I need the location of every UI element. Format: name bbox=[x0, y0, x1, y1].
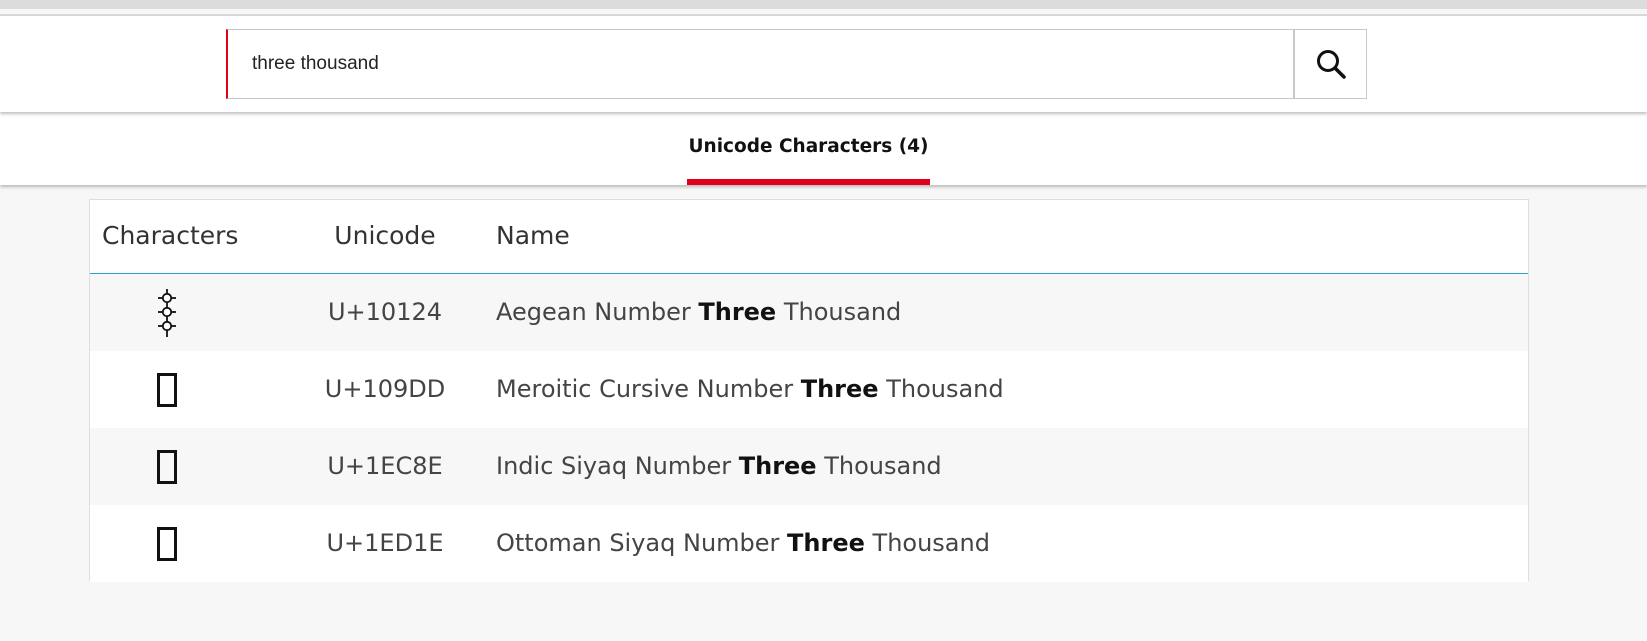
results-tabs: Unicode Characters (4) bbox=[0, 112, 1647, 185]
name-match-highlight: Three bbox=[800, 375, 879, 403]
name-suffix: Thousand bbox=[878, 375, 1004, 403]
character-cell bbox=[142, 364, 192, 416]
missing-glyph-box bbox=[157, 450, 177, 484]
tab-unicode-characters[interactable]: Unicode Characters (4) bbox=[687, 112, 930, 185]
name-match-highlight: Three bbox=[698, 298, 777, 326]
table-row[interactable]: U+109DD Meroitic Cursive Number Three Th… bbox=[90, 351, 1528, 428]
search-bar bbox=[0, 16, 1647, 112]
name-match-highlight: Three bbox=[738, 452, 817, 480]
character-name: Ottoman Siyaq Number Three Thousand bbox=[496, 529, 990, 557]
name-prefix: Indic Siyaq Number bbox=[496, 452, 739, 480]
table-row[interactable]: U+10124 Aegean Number Three Thousand bbox=[90, 274, 1528, 351]
column-header-unicode: Unicode bbox=[334, 221, 436, 250]
character-name: Meroitic Cursive Number Three Thousand bbox=[496, 375, 1004, 403]
search-button[interactable] bbox=[1294, 29, 1367, 99]
table-row[interactable]: U+1ED1E Ottoman Siyaq Number Three Thous… bbox=[90, 505, 1528, 582]
name-prefix: Aegean Number bbox=[496, 298, 699, 326]
browser-top-strip bbox=[0, 0, 1647, 9]
name-prefix: Meroitic Cursive Number bbox=[496, 375, 801, 403]
missing-glyph-box bbox=[157, 373, 177, 407]
results-table: Characters Unicode Name U+10124 Aegean N… bbox=[89, 199, 1529, 582]
table-header: Characters Unicode Name bbox=[90, 200, 1528, 274]
character-name: Indic Siyaq Number Three Thousand bbox=[496, 452, 942, 480]
search-input[interactable] bbox=[226, 29, 1294, 99]
name-suffix: Thousand bbox=[864, 529, 990, 557]
character-name: Aegean Number Three Thousand bbox=[496, 298, 901, 326]
unicode-code: U+109DD bbox=[324, 375, 446, 403]
unicode-code: U+1ED1E bbox=[326, 529, 444, 557]
table-row[interactable]: U+1EC8E Indic Siyaq Number Three Thousan… bbox=[90, 428, 1528, 505]
character-cell bbox=[142, 441, 192, 493]
column-header-name: Name bbox=[496, 221, 570, 250]
missing-glyph-box bbox=[157, 527, 177, 561]
character-cell bbox=[142, 518, 192, 570]
name-suffix: Thousand bbox=[816, 452, 942, 480]
name-suffix: Thousand bbox=[776, 298, 902, 326]
name-prefix: Ottoman Siyaq Number bbox=[496, 529, 788, 557]
name-match-highlight: Three bbox=[787, 529, 865, 557]
aegean-number-three-thousand-glyph bbox=[158, 289, 176, 337]
search-icon bbox=[1316, 50, 1346, 79]
tab-label: Unicode Characters (4) bbox=[688, 136, 929, 157]
character-cell bbox=[142, 287, 192, 339]
unicode-code: U+10124 bbox=[327, 298, 443, 326]
active-tab-indicator bbox=[687, 179, 930, 185]
column-header-characters: Characters bbox=[102, 221, 239, 250]
unicode-code: U+1EC8E bbox=[327, 452, 443, 480]
